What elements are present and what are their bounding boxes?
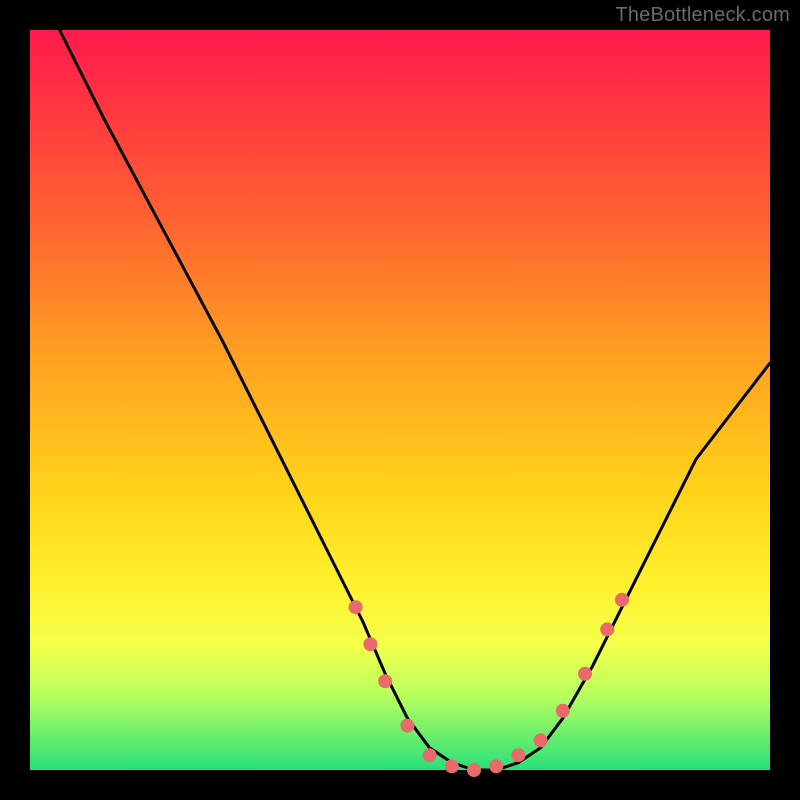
chart-frame: TheBottleneck.com <box>0 0 800 800</box>
data-point-marker <box>378 674 392 688</box>
data-point-marker <box>556 704 570 718</box>
data-point-marker <box>578 667 592 681</box>
curve-line <box>60 30 770 770</box>
data-point-marker <box>445 759 459 773</box>
chart-svg <box>30 30 770 770</box>
data-point-marker <box>400 719 414 733</box>
data-point-marker <box>363 637 377 651</box>
data-point-marker <box>489 759 503 773</box>
data-point-marker <box>511 748 525 762</box>
data-point-marker <box>534 733 548 747</box>
data-point-marker <box>600 622 614 636</box>
marker-group <box>349 593 629 777</box>
data-point-marker <box>615 593 629 607</box>
data-point-marker <box>349 600 363 614</box>
data-point-marker <box>423 748 437 762</box>
watermark-text: TheBottleneck.com <box>615 4 790 27</box>
plot-area <box>30 30 770 770</box>
data-point-marker <box>467 763 481 777</box>
